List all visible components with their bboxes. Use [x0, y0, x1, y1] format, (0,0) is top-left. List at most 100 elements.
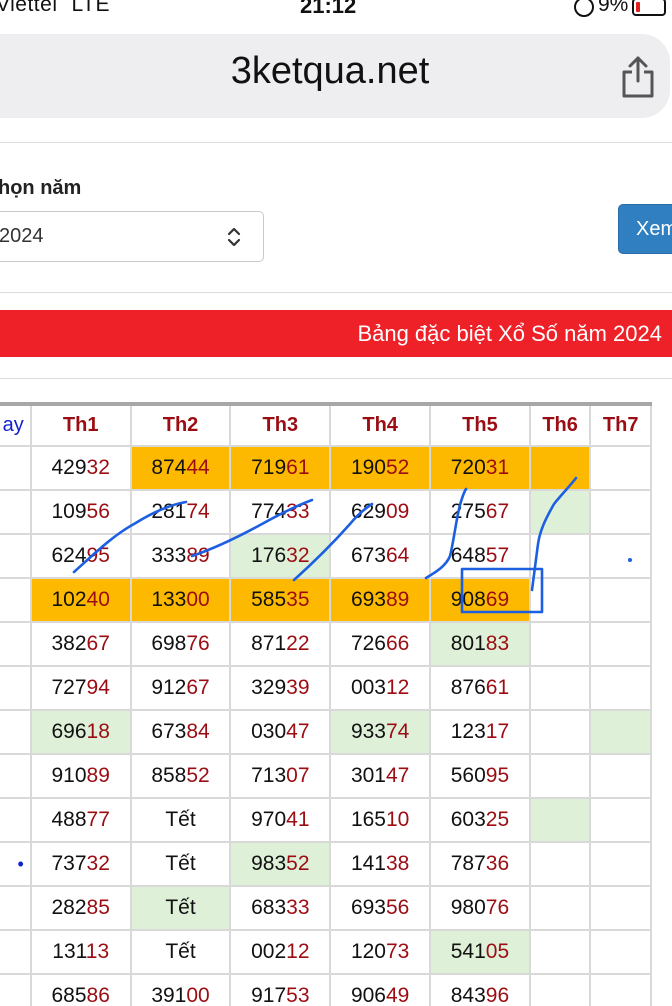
- result-head-digits: 282: [51, 896, 87, 919]
- result-cell: 69389: [329, 577, 432, 623]
- result-tail-digits: 10: [385, 808, 410, 831]
- result-tail-digits: 39: [286, 676, 310, 699]
- result-head-digits: 003: [350, 676, 386, 699]
- result-cell: 00212: [229, 929, 332, 975]
- result-tail-digits: 57: [485, 544, 510, 567]
- result-cell: [589, 577, 652, 623]
- result-cell: 64857: [429, 533, 531, 579]
- result-cell: Tết: [129, 929, 232, 975]
- result-tail-digits: 41: [286, 808, 310, 831]
- chevron-updown-icon: [227, 227, 241, 247]
- url-text[interactable]: 3ketqua.net: [0, 50, 660, 93]
- header-th6: Th6: [528, 402, 592, 447]
- result-cell: 03047: [229, 709, 332, 755]
- result-tail-digits: 61: [485, 676, 510, 699]
- result-head-digits: 190: [350, 456, 386, 479]
- result-cell: 77433: [229, 489, 332, 535]
- result-tail-digits: 66: [385, 632, 410, 655]
- result-cell: 19052: [329, 445, 432, 491]
- result-head-digits: 275: [450, 500, 486, 523]
- result-head-digits: 329: [251, 676, 287, 699]
- result-tail-digits: 67: [186, 676, 210, 699]
- table-row: 69618 67384 03047 93374 12317: [0, 709, 652, 755]
- result-cell: 67364: [329, 533, 432, 579]
- result-tail-digits: 00: [186, 588, 210, 611]
- result-head-digits: 624: [51, 544, 87, 567]
- year-select[interactable]: 2024: [0, 211, 264, 262]
- row-day-cell: [0, 621, 32, 667]
- result-tail-digits: 12: [385, 676, 410, 699]
- result-cell: 80183: [429, 621, 531, 667]
- table-row: 28285 Tết 68333 69356 98076: [0, 885, 652, 931]
- result-tail-digits: 47: [385, 764, 410, 787]
- result-tail-digits: 74: [385, 720, 410, 743]
- banner-title: Bảng đặc biệt Xổ Số năm 2024: [357, 321, 662, 346]
- result-head-digits: 843: [450, 984, 486, 1006]
- result-cell: [528, 489, 592, 535]
- result-head-digits: 541: [450, 940, 486, 963]
- row-day-cell: [0, 885, 32, 931]
- result-tail-digits: 31: [485, 456, 510, 479]
- result-tail-digits: 32: [86, 456, 110, 479]
- result-head-digits: 123: [450, 720, 486, 743]
- result-cell: [589, 797, 652, 843]
- result-tail-digits: 47: [286, 720, 310, 743]
- result-head-digits: 391: [151, 984, 187, 1006]
- battery-icon: [632, 0, 667, 16]
- result-cell: [528, 577, 592, 623]
- result-cell: 68333: [229, 885, 332, 931]
- result-cell: 32939: [229, 665, 332, 711]
- results-banner: Bảng đặc biệt Xổ Số năm 2024: [0, 310, 672, 357]
- result-head-digits: 488: [51, 808, 87, 831]
- result-head-digits: 030: [251, 720, 287, 743]
- result-cell: [528, 533, 592, 579]
- result-head-digits: 912: [151, 676, 187, 699]
- result-cell: [589, 665, 652, 711]
- table-header-row: ay Th1 Th2 Th3 Th4 Th5 Th6 Th7: [0, 402, 652, 447]
- result-tail-digits: 44: [186, 456, 210, 479]
- network-type: LTE: [71, 0, 110, 16]
- row-day-cell: [0, 489, 32, 535]
- share-icon[interactable]: [620, 55, 656, 99]
- result-cell: 38267: [29, 621, 132, 667]
- result-cell: [528, 841, 592, 887]
- result-tail-digits: 25: [485, 808, 510, 831]
- result-tail-digits: 12: [286, 940, 310, 963]
- result-tail-digits: 36: [485, 852, 510, 875]
- result-cell: 14138: [329, 841, 432, 887]
- result-tail-digits: 96: [485, 984, 510, 1006]
- result-head-digits: 774: [251, 500, 287, 523]
- result-cell: 54105: [429, 929, 531, 975]
- result-head-digits: 629: [350, 500, 386, 523]
- status-carrier-group: Viettel LTE: [0, 0, 110, 17]
- result-cell: 39100: [129, 973, 232, 1006]
- result-tail-digits: 67: [485, 500, 510, 523]
- result-head-digits: 696: [51, 720, 87, 743]
- banner-divider: [0, 378, 672, 379]
- result-cell: Tết: [129, 841, 232, 887]
- special-results-table: ay Th1 Th2 Th3 Th4 Th5 Th6 Th7 42932 87444 71961…: [0, 402, 652, 1006]
- result-head-digits: 980: [450, 896, 486, 919]
- result-head-digits: 787: [450, 852, 486, 875]
- result-cell: [589, 885, 652, 931]
- result-cell: [589, 973, 652, 1006]
- result-cell: [528, 445, 592, 491]
- result-head-digits: 585: [251, 588, 287, 611]
- result-cell: 97041: [229, 797, 332, 843]
- result-cell: [589, 929, 652, 975]
- result-head-digits: 908: [450, 588, 486, 611]
- result-tail-digits: 89: [186, 544, 210, 567]
- result-head-digits: 933: [350, 720, 386, 743]
- result-head-digits: 874: [151, 456, 187, 479]
- result-cell: [528, 797, 592, 843]
- result-cell: 91267: [129, 665, 232, 711]
- status-right-group: 9%: [574, 0, 667, 17]
- result-tail-digits: 53: [286, 984, 310, 1006]
- result-cell: 12073: [329, 929, 432, 975]
- view-button[interactable]: Xem: [618, 204, 672, 254]
- result-head-digits: 281: [151, 500, 187, 523]
- result-cell: 00312: [329, 665, 432, 711]
- header-th2: Th2: [129, 402, 232, 447]
- result-cell: 72794: [29, 665, 132, 711]
- row-day-cell: [0, 533, 32, 579]
